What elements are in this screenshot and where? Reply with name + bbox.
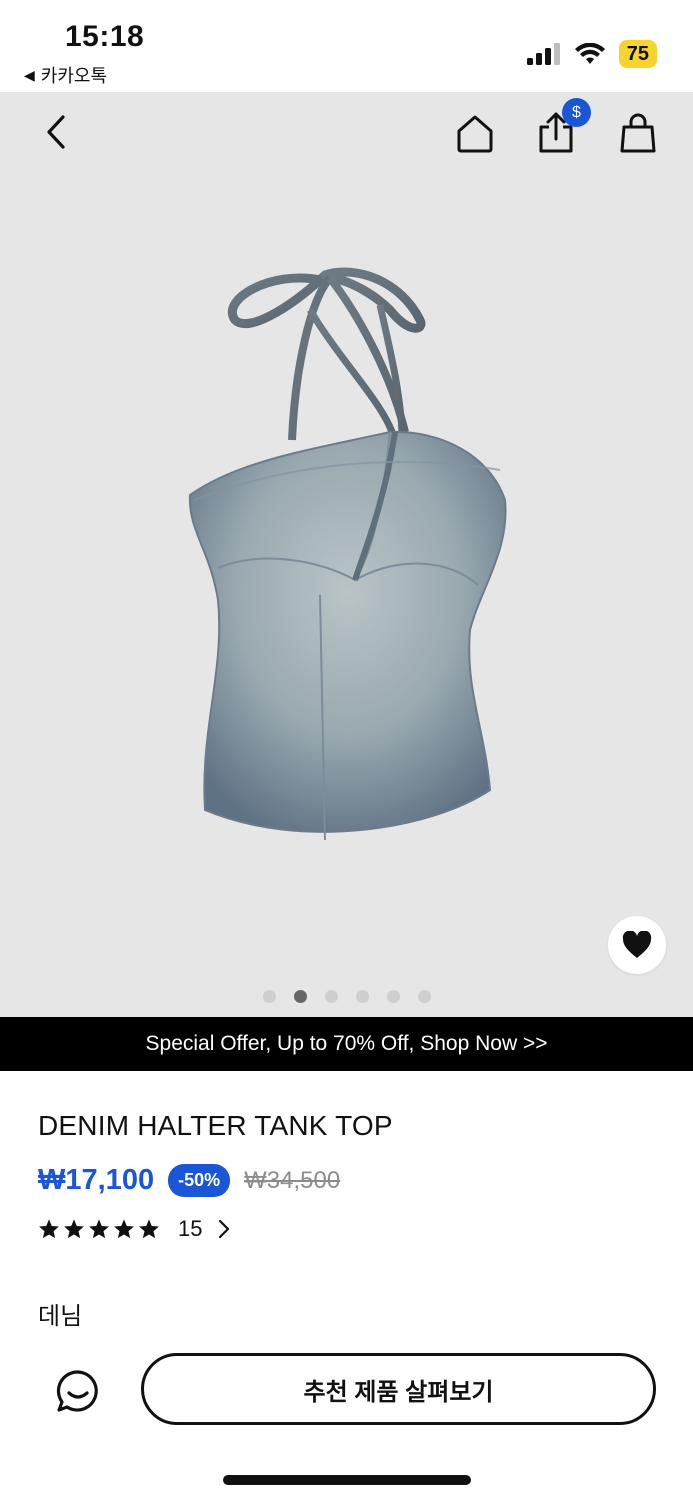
back-triangle-icon: ◀ bbox=[24, 66, 35, 83]
recommend-products-button[interactable]: 추천 제품 살펴보기 bbox=[141, 1353, 656, 1425]
back-button[interactable] bbox=[38, 112, 74, 152]
page-dot[interactable] bbox=[418, 990, 431, 1003]
product-category: 데님 bbox=[38, 1303, 83, 1330]
status-icons: 75 bbox=[526, 40, 657, 68]
price-row: ₩17,100 -50% ₩34,500 bbox=[38, 1164, 340, 1197]
cart-badge: $ bbox=[562, 98, 591, 127]
chevron-right-icon bbox=[219, 1219, 230, 1239]
wishlist-button[interactable] bbox=[608, 916, 666, 974]
product-image bbox=[188, 267, 507, 841]
review-count: 15 bbox=[178, 1216, 203, 1241]
chevron-left-icon bbox=[47, 115, 65, 149]
sale-price: ₩17,100 bbox=[38, 1164, 155, 1196]
cart-button[interactable] bbox=[618, 112, 658, 154]
product-title: DENIM HALTER TANK TOP bbox=[38, 1110, 393, 1141]
shopping-bag-icon bbox=[620, 113, 656, 153]
star-icon bbox=[39, 1219, 59, 1239]
star-icon bbox=[64, 1219, 84, 1239]
battery-indicator: 75 bbox=[618, 40, 657, 68]
page-dot[interactable] bbox=[325, 990, 338, 1003]
status-bar: 15:18 ◀ 카카오톡 75 bbox=[0, 0, 693, 92]
star-icon bbox=[89, 1219, 109, 1239]
home-button[interactable] bbox=[455, 112, 495, 154]
promo-banner[interactable]: Special Offer, Up to 70% Off, Shop Now >… bbox=[0, 1017, 693, 1071]
back-to-app-link[interactable]: ◀ 카카오톡 bbox=[24, 62, 107, 88]
page-dot-active[interactable] bbox=[294, 990, 307, 1003]
discount-badge: -50% bbox=[168, 1164, 231, 1197]
original-price: ₩34,500 bbox=[244, 1166, 341, 1194]
heart-icon bbox=[622, 931, 652, 958]
wifi-icon bbox=[574, 43, 605, 64]
star-icon bbox=[139, 1219, 159, 1239]
home-icon bbox=[457, 115, 493, 153]
page-dot[interactable] bbox=[356, 990, 369, 1003]
gallery-pagination bbox=[263, 990, 431, 1003]
status-time: 15:18 bbox=[65, 20, 145, 53]
back-app-label: 카카오톡 bbox=[40, 66, 108, 86]
page-dot[interactable] bbox=[263, 990, 276, 1003]
rating-row[interactable]: 15 bbox=[38, 1216, 230, 1242]
star-rating bbox=[38, 1218, 160, 1240]
chat-bubble-icon bbox=[56, 1370, 98, 1412]
star-icon bbox=[114, 1219, 134, 1239]
chat-button[interactable] bbox=[55, 1368, 101, 1414]
page-dot[interactable] bbox=[387, 990, 400, 1003]
home-indicator[interactable] bbox=[223, 1475, 471, 1485]
signal-icon bbox=[526, 43, 560, 65]
